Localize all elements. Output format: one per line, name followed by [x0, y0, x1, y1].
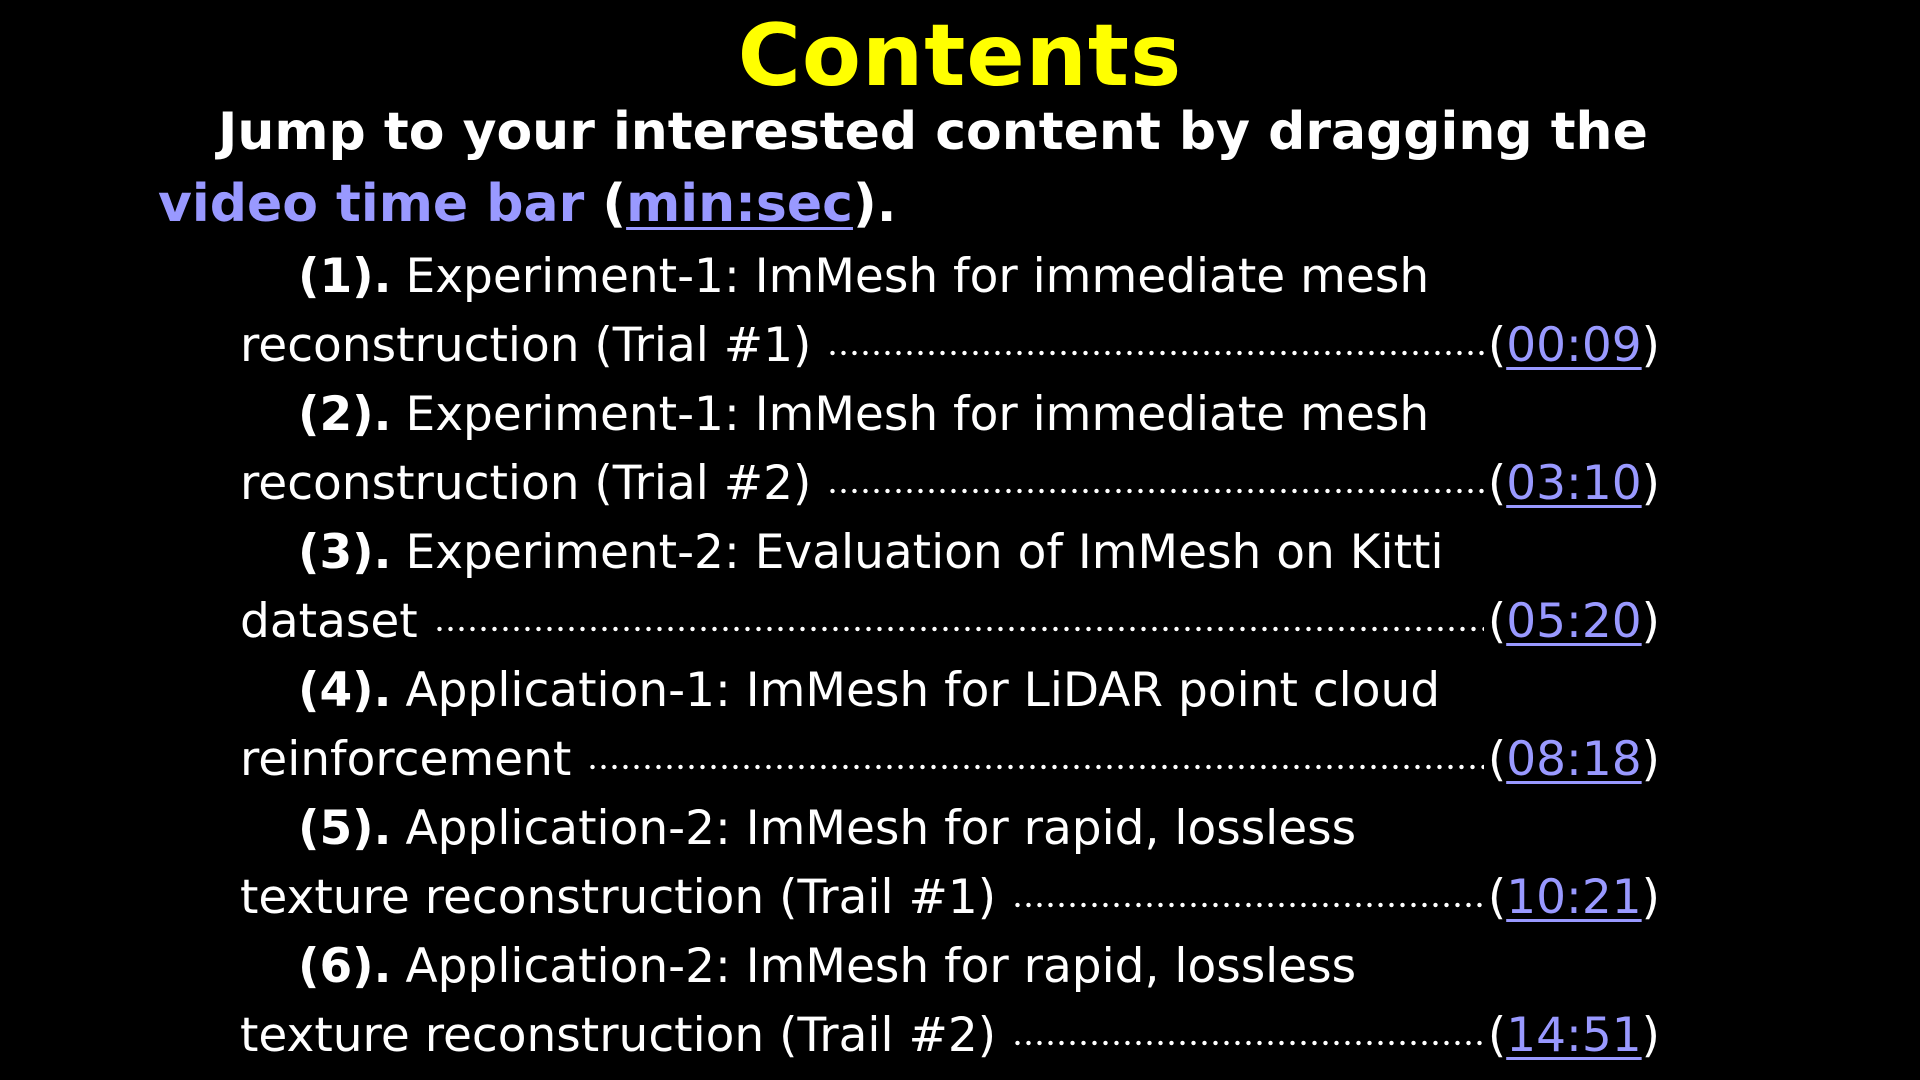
dot-leader — [587, 761, 1484, 772]
toc-entry-title: Application-2: ImMesh for rapid, lossles… — [405, 801, 1357, 856]
intro-paren-close: ). — [852, 174, 897, 234]
toc-entry-title: Experiment-1: ImMesh for immediate mesh — [405, 387, 1430, 442]
toc-entry-1: (1). Experiment-1: ImMesh for immediate … — [240, 242, 1660, 380]
toc-entry-title-line: (6). Application-2: ImMesh for rapid, lo… — [240, 932, 1660, 1001]
toc-entry-timestamp: (08:18) — [1487, 732, 1660, 787]
toc-entry-2: (2). Experiment-1: ImMesh for immediate … — [240, 380, 1660, 518]
timestamp-link-5[interactable]: 10:21 — [1506, 870, 1641, 925]
toc-entry-detail-line: texture reconstruction (Trail #1) (10:21… — [240, 863, 1660, 932]
timestamp-link-2[interactable]: 03:10 — [1506, 456, 1641, 511]
toc-entry-title-line: (1). Experiment-1: ImMesh for immediate … — [240, 242, 1660, 311]
toc-entry-title-line: (5). Application-2: ImMesh for rapid, lo… — [240, 794, 1660, 863]
toc-entry-5: (5). Application-2: ImMesh for rapid, lo… — [240, 794, 1660, 932]
toc-entry-number: (3). — [298, 525, 392, 580]
timestamp-link-1[interactable]: 00:09 — [1506, 318, 1641, 373]
timestamp-link-3[interactable]: 05:20 — [1506, 594, 1641, 649]
toc-entry-number: (5). — [298, 801, 392, 856]
page-title: Contents — [737, 6, 1183, 106]
toc-entry-3: (3). Experiment-2: Evaluation of ImMesh … — [240, 518, 1660, 656]
toc-entry-number: (4). — [298, 663, 392, 718]
dot-leader — [1012, 1037, 1484, 1048]
timestamp-link-4[interactable]: 08:18 — [1506, 732, 1641, 787]
toc-entry-number: (6). — [298, 939, 392, 994]
toc-entry-timestamp: (03:10) — [1487, 456, 1660, 511]
toc-entry-4: (4). Application-1: ImMesh for LiDAR poi… — [240, 656, 1660, 794]
toc-entry-title: Application-1: ImMesh for LiDAR point cl… — [405, 663, 1441, 718]
toc-entry-6: (6). Application-2: ImMesh for rapid, lo… — [240, 932, 1660, 1070]
toc-entry-timestamp: (00:09) — [1487, 318, 1660, 373]
toc-entry-detail-line: texture reconstruction (Trail #2) (14:51… — [240, 1001, 1660, 1070]
dot-leader — [827, 347, 1484, 358]
toc-entry-detail-line: reconstruction (Trial #2) (03:10) — [240, 449, 1660, 518]
toc-entry-title-continued: texture reconstruction (Trail #2) — [240, 1008, 997, 1063]
toc-entry-title-continued: texture reconstruction (Trail #1) — [240, 870, 997, 925]
toc-entry-title-continued: reconstruction (Trial #1) — [240, 318, 812, 373]
toc-entry-title-continued: reconstruction (Trial #2) — [240, 456, 812, 511]
toc-entry-title-continued: dataset — [240, 594, 418, 649]
toc-entry-title-line: (2). Experiment-1: ImMesh for immediate … — [240, 380, 1660, 449]
timestamp-link-6[interactable]: 14:51 — [1506, 1008, 1641, 1063]
toc-entry-title: Application-2: ImMesh for rapid, lossles… — [405, 939, 1357, 994]
intro-text: Jump to your interested content by dragg… — [158, 96, 1778, 240]
intro-text-lead: Jump to your interested content by dragg… — [218, 102, 1648, 162]
table-of-contents: (1). Experiment-1: ImMesh for immediate … — [240, 242, 1660, 1070]
time-format-link[interactable]: min:sec — [626, 174, 853, 234]
toc-entry-detail-line: reconstruction (Trial #1) (00:09) — [240, 311, 1660, 380]
toc-entry-title-continued: reinforcement — [240, 732, 572, 787]
toc-entry-number: (2). — [298, 387, 392, 442]
toc-entry-timestamp: (10:21) — [1487, 870, 1660, 925]
toc-entry-timestamp: (05:20) — [1487, 594, 1660, 649]
dot-leader — [1012, 899, 1484, 910]
toc-entry-timestamp: (14:51) — [1487, 1008, 1660, 1063]
toc-entry-title-line: (4). Application-1: ImMesh for LiDAR poi… — [240, 656, 1660, 725]
toc-entry-title: Experiment-1: ImMesh for immediate mesh — [405, 249, 1430, 304]
dot-leader — [827, 485, 1484, 496]
dot-leader — [433, 623, 1484, 634]
toc-entry-detail-line: reinforcement (08:18) — [240, 725, 1660, 794]
intro-accent-phrase: video time bar — [158, 174, 585, 234]
toc-entry-title-line: (3). Experiment-2: Evaluation of ImMesh … — [240, 518, 1660, 587]
toc-entry-number: (1). — [298, 249, 392, 304]
toc-entry-detail-line: dataset (05:20) — [240, 587, 1660, 656]
intro-paren-open: ( — [584, 174, 627, 234]
toc-entry-title: Experiment-2: Evaluation of ImMesh on Ki… — [405, 525, 1444, 580]
